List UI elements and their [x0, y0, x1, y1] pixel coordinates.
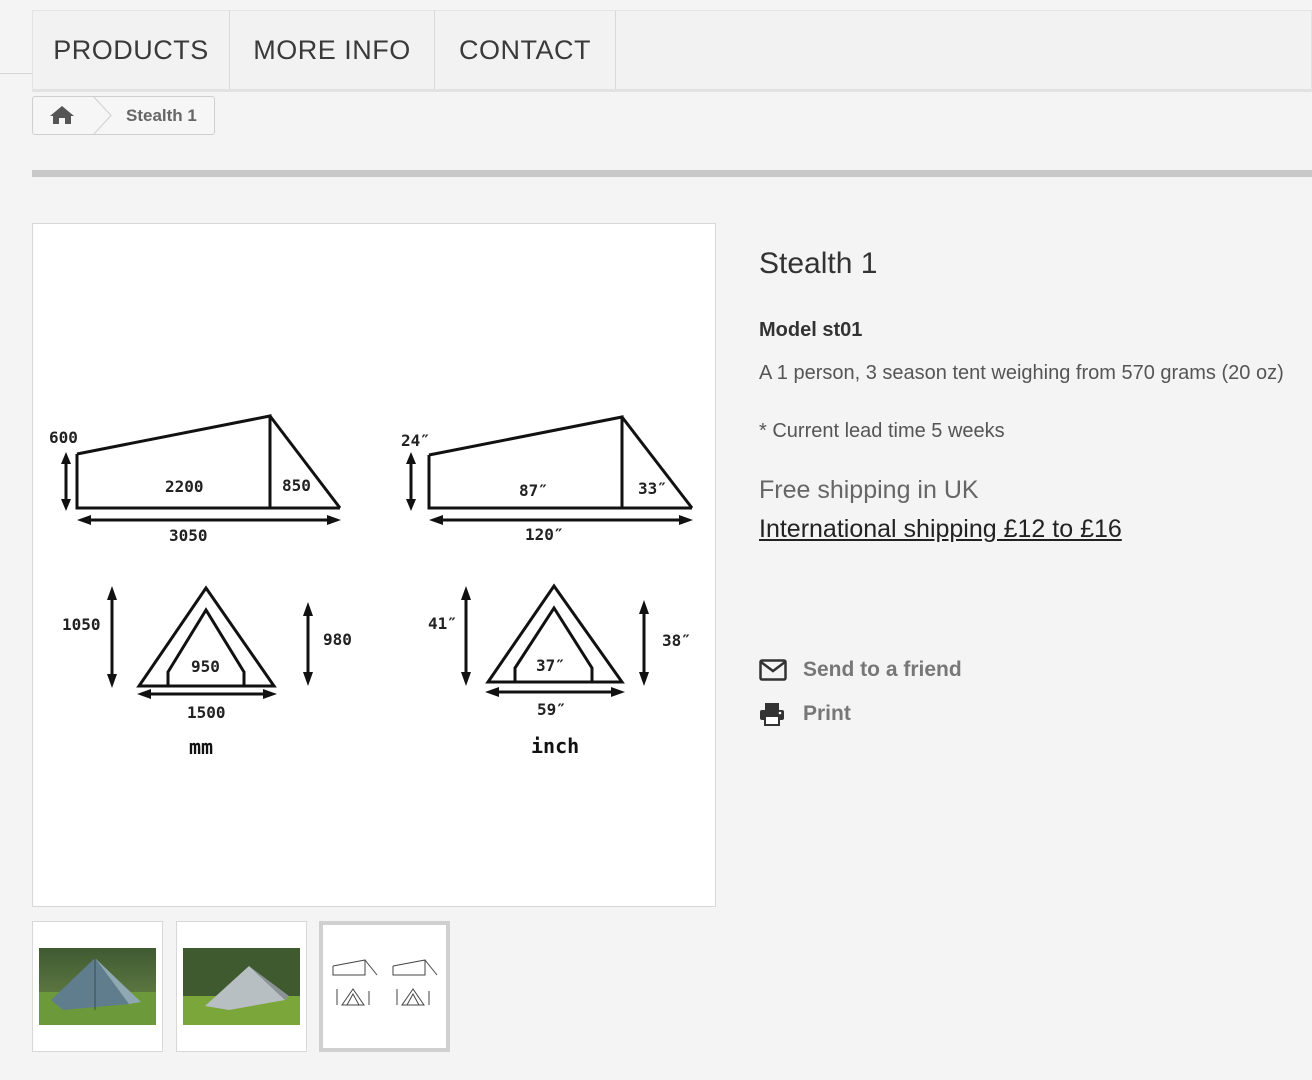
top-navigation: PRODUCTS MORE INFO CONTACT [32, 10, 1312, 92]
mm-front-height-label: 1050 [62, 615, 101, 634]
mm-total-length-label: 3050 [169, 526, 208, 545]
product-description: A 1 person, 3 season tent weighing from … [759, 362, 1284, 384]
section-divider [32, 170, 1312, 177]
main-product-image[interactable]: 600 2200 850 3050 1050 950 980 1500 mm 2… [32, 223, 716, 907]
thumbnail-tent-photo-2[interactable] [176, 921, 307, 1052]
home-icon[interactable] [49, 104, 75, 126]
breadcrumb-current: Stealth 1 [126, 106, 197, 125]
left-edge-rule [0, 73, 33, 74]
mm-inner-height-label: 980 [323, 630, 352, 649]
send-to-friend-button[interactable]: Send to a friend [759, 655, 962, 685]
inch-inner-width-label: 37″ [536, 656, 565, 675]
inch-unit-label: inch [531, 734, 579, 758]
international-shipping-link[interactable]: International shipping £12 to £16 [759, 515, 1122, 544]
mm-inner-length-label: 2200 [165, 477, 204, 496]
thumbnail-tent-photo-1[interactable] [32, 921, 163, 1052]
mm-unit-label: mm [189, 735, 213, 759]
inch-total-length-label: 120″ [525, 525, 564, 544]
lead-time-note: * Current lead time 5 weeks [759, 420, 1005, 442]
product-model: Model st01 [759, 319, 863, 341]
inch-inner-height-label: 38″ [662, 631, 691, 650]
print-label: Print [803, 702, 851, 725]
inch-vestibule-label: 33″ [638, 479, 667, 498]
print-button[interactable]: Print [759, 699, 851, 729]
inch-base-width-label: 59″ [537, 700, 566, 719]
inch-height-label: 24″ [401, 431, 430, 450]
shipping-uk-text: Free shipping in UK [759, 476, 979, 504]
nav-contact[interactable]: CONTACT [435, 11, 616, 89]
breadcrumb-separator-icon [91, 95, 113, 136]
send-to-friend-label: Send to a friend [803, 658, 962, 681]
product-title: Stealth 1 [759, 247, 878, 280]
printer-icon [759, 702, 787, 726]
envelope-icon [759, 658, 787, 682]
mm-inner-width-label: 950 [191, 657, 220, 676]
mm-base-width-label: 1500 [187, 703, 226, 722]
inch-inner-length-label: 87″ [519, 481, 548, 500]
breadcrumb: Stealth 1 [32, 95, 215, 136]
inch-front-height-label: 41″ [428, 614, 457, 633]
nav-more-info[interactable]: MORE INFO [230, 11, 435, 89]
mm-vestibule-label: 850 [282, 476, 311, 495]
thumbnail-dimensions-diagram[interactable] [319, 921, 450, 1052]
mm-height-label: 600 [49, 428, 78, 447]
nav-products[interactable]: PRODUCTS [33, 11, 230, 89]
